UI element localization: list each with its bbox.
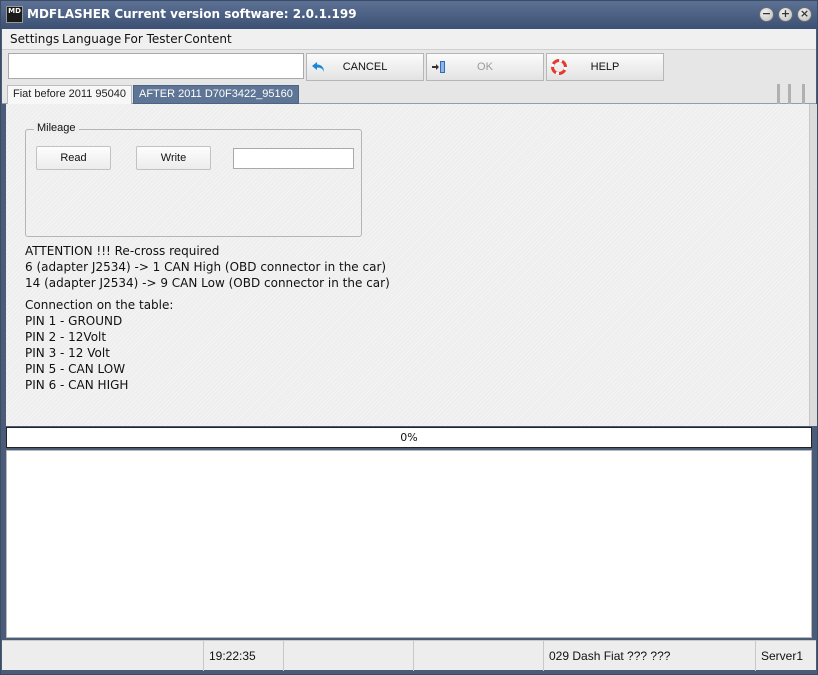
pin-6-line: PIN 6 - CAN HIGH [25, 378, 129, 392]
cancel-button[interactable]: CANCEL [306, 53, 424, 81]
tab-after-2011[interactable]: AFTER 2011 D70F3422_95160 [133, 85, 299, 104]
pin-5-line: PIN 5 - CAN LOW [25, 362, 126, 376]
cancel-label: CANCEL [342, 61, 388, 73]
mileage-value-field[interactable] [233, 148, 354, 169]
toolbar: CANCEL OK HELP [2, 50, 816, 84]
title-bar[interactable]: MD MDFLASHER Current version software: 2… [1, 1, 817, 29]
close-icon: × [799, 7, 810, 20]
attention-line: ATTENTION !!! Re-cross required [25, 244, 220, 258]
status-cell-empty-2 [284, 641, 414, 671]
close-button[interactable]: × [797, 7, 812, 22]
mileage-group-title: Mileage [34, 122, 79, 134]
progress-bar: 0% [6, 427, 812, 448]
can-high-line: 6 (adapter J2534) -> 1 CAN High (OBD con… [25, 260, 387, 274]
read-button[interactable]: Read [36, 146, 111, 170]
minus-icon: − [761, 7, 772, 20]
tab-scroll-mid[interactable] [788, 84, 791, 104]
can-low-line: 14 (adapter J2534) -> 9 CAN Low (OBD con… [25, 276, 390, 290]
content-scrollbar[interactable] [809, 104, 817, 426]
menu-bar: Settings Language For Tester Content [2, 29, 816, 50]
top-input-field[interactable] [8, 53, 304, 79]
pin-3-line: PIN 3 - 12 Volt [25, 346, 110, 360]
tab-bar: Fiat before 2011 95040 AFTER 2011 D70F34… [2, 84, 816, 104]
ok-label: OK [477, 61, 493, 73]
tab-content: Mileage Read Write ATTENTION !!! Re-cros… [6, 104, 809, 426]
pin-2-line: PIN 2 - 12Volt [25, 330, 107, 344]
maximize-button[interactable]: + [778, 7, 793, 22]
ok-button[interactable]: OK [426, 53, 544, 81]
status-cell-empty-1 [2, 641, 204, 671]
pin-1-line: PIN 1 - GROUND [25, 314, 123, 328]
plus-icon: + [780, 7, 791, 20]
status-cell-empty-3 [414, 641, 544, 671]
status-device: 029 Dash Fiat ??? ??? [544, 641, 756, 671]
status-time: 19:22:35 [204, 641, 284, 671]
status-bar: 19:22:35 029 Dash Fiat ??? ??? Server1 [2, 640, 816, 671]
write-button[interactable]: Write [136, 146, 211, 170]
menu-content[interactable]: Content [184, 32, 232, 46]
log-area[interactable] [6, 450, 812, 638]
mileage-group: Mileage Read Write [25, 122, 362, 237]
minimize-button[interactable]: − [759, 7, 774, 22]
app-window: MD MDFLASHER Current version software: 2… [0, 0, 818, 675]
window-title: MDFLASHER Current version software: 2.0.… [27, 7, 357, 21]
menu-language[interactable]: Language [62, 32, 121, 46]
connection-heading: Connection on the table: [25, 298, 174, 312]
app-logo-icon: MD [6, 6, 23, 23]
status-server: Server1 [761, 649, 804, 663]
help-label: HELP [590, 61, 620, 73]
progress-label: 0% [400, 431, 418, 444]
menu-settings[interactable]: Settings [10, 32, 59, 46]
tab-scroll-left[interactable] [777, 84, 780, 104]
tab-scroll-right[interactable] [802, 84, 805, 104]
tab-fiat-before-2011[interactable]: Fiat before 2011 95040 [7, 85, 132, 104]
help-button[interactable]: HELP [546, 53, 664, 81]
menu-for-tester[interactable]: For Tester [124, 32, 183, 46]
